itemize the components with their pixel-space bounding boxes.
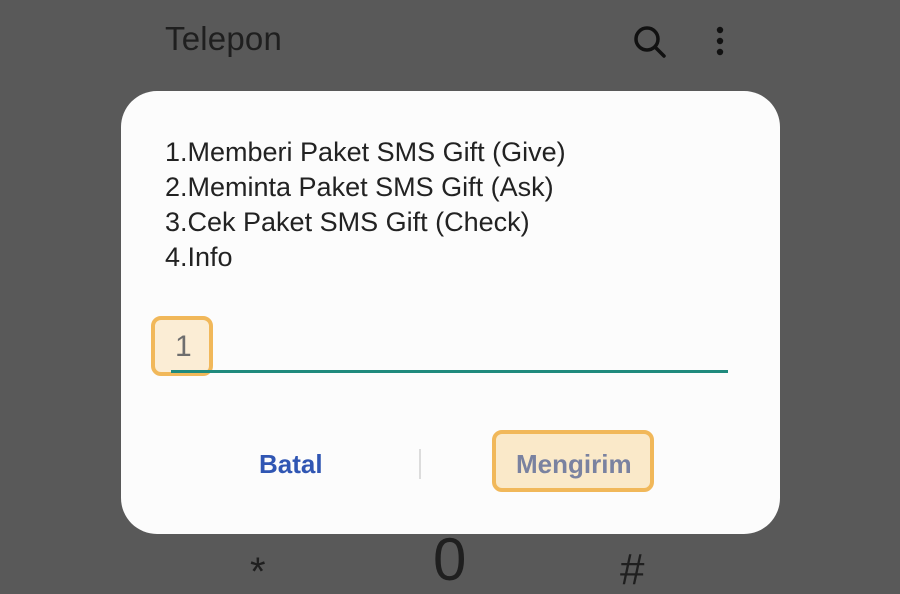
keypad-key-star[interactable]: * <box>250 552 266 592</box>
keypad-key-hash[interactable]: # <box>620 548 644 592</box>
menu-option-4: 4.Info <box>165 242 233 272</box>
send-button[interactable]: Mengirim <box>516 449 632 480</box>
ussd-message: 1.Memberi Paket SMS Gift (Give) 2.Memint… <box>165 135 566 275</box>
search-icon[interactable] <box>630 22 670 62</box>
keypad-key-zero[interactable]: 0 <box>433 530 466 590</box>
cancel-button[interactable]: Batal <box>259 449 323 480</box>
reply-input[interactable]: 1 <box>171 316 728 376</box>
menu-option-3: 3.Cek Paket SMS Gift (Check) <box>165 207 530 237</box>
menu-option-1: 1.Memberi Paket SMS Gift (Give) <box>165 137 566 167</box>
app-title: Telepon <box>165 20 282 57</box>
reply-input-value[interactable]: 1 <box>175 330 192 364</box>
more-vert-icon[interactable] <box>700 22 740 62</box>
reply-input-underline <box>171 370 728 373</box>
ussd-dialog: 1.Memberi Paket SMS Gift (Give) 2.Memint… <box>121 91 780 534</box>
menu-option-2: 2.Meminta Paket SMS Gift (Ask) <box>165 172 554 202</box>
button-divider <box>419 449 421 479</box>
